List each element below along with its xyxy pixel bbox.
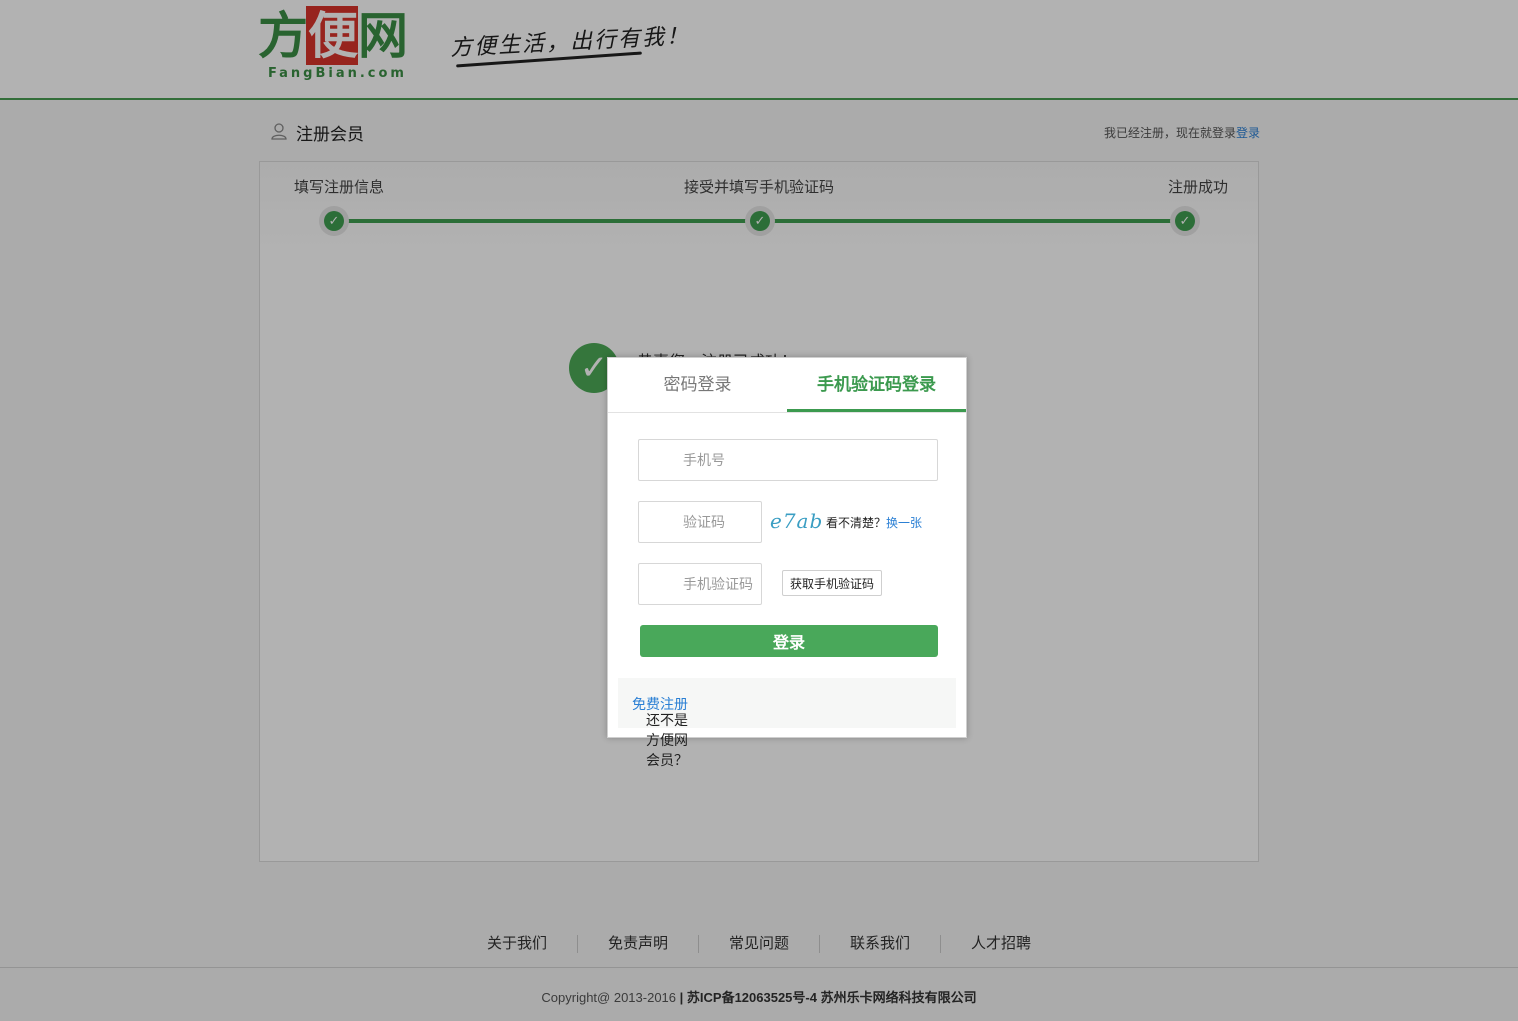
captcha-input[interactable] — [638, 501, 762, 543]
sms-code-input[interactable] — [638, 563, 762, 605]
modal-register-prompt: 还不是方便网会员？ 免费注册 — [618, 678, 956, 768]
get-sms-code-button[interactable]: 获取手机验证码 — [782, 570, 882, 596]
register-prompt-text: 还不是方便网会员？ — [646, 712, 688, 768]
login-tabs: 密码登录 手机验证码登录 — [608, 358, 966, 413]
captcha-hint-text: 看不清楚？ — [826, 516, 887, 530]
tab-sms-login[interactable]: 手机验证码登录 — [787, 358, 966, 412]
captcha-hint: 看不清楚？换一张 — [826, 514, 922, 531]
login-modal: 密码登录 手机验证码登录 e7ab 看不清楚？换一张 获取手机验证码 登录 还不… — [607, 357, 967, 768]
login-button[interactable]: 登录 — [640, 625, 938, 657]
phone-input[interactable] — [638, 439, 938, 481]
register-prompt: 还不是方便网会员？ 免费注册 — [632, 694, 688, 768]
captcha-refresh-link[interactable]: 换一张 — [886, 516, 922, 530]
captcha-image[interactable]: e7ab — [770, 509, 823, 533]
tab-password-login[interactable]: 密码登录 — [608, 358, 787, 411]
